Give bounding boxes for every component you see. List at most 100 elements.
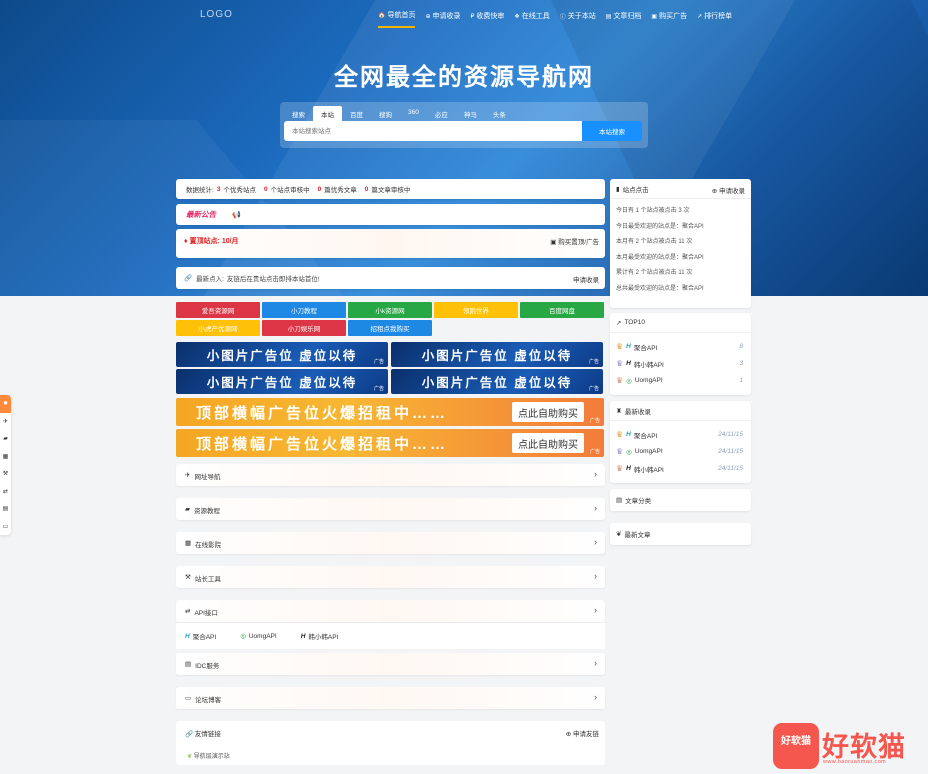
list-item[interactable]: ♛ ◎ UomgAPI 24/11/15 — [616, 443, 745, 460]
paper-plane-icon[interactable]: ✈ — [0, 413, 11, 431]
friend-link[interactable]: ❦ 导航层演示站 — [187, 751, 230, 760]
tag-link[interactable]: 爱吾资源网 — [176, 302, 260, 318]
hammer-icon[interactable]: ⚒ — [0, 465, 11, 483]
category-resources[interactable]: ▰ 资源教程 › — [176, 498, 605, 520]
search-tab-baidu[interactable]: 百度 — [342, 106, 371, 122]
search-tab-360[interactable]: 360 — [400, 106, 427, 122]
cart-icon: ▣ — [550, 239, 559, 246]
hanxiaohan-logo-icon: H — [300, 632, 306, 640]
small-ad-banner[interactable]: 小图片广告位 虚位以待 广告 — [176, 342, 388, 367]
api-link[interactable]: H 韩小韩API — [300, 631, 339, 642]
film-icon[interactable]: ▦ — [0, 448, 11, 466]
chevron-right-icon: › — [594, 692, 597, 702]
big-ad-banner[interactable]: 顶部横幅广告位火爆招租中…… 点此自助购买 广告 — [176, 429, 604, 457]
list-item[interactable]: ♛ H 韩小韩API 3 — [616, 355, 745, 372]
search-tab-toutiao[interactable]: 头条 — [485, 106, 514, 122]
self-buy-button[interactable]: 点此自助购买 — [512, 402, 584, 422]
self-buy-button[interactable]: 点此自助购买 — [512, 433, 584, 453]
nav-item-archive[interactable]: ▤ 文章归档 — [606, 10, 642, 28]
juhe-logo-icon: H — [185, 632, 190, 640]
monitor-icon[interactable]: ▭ — [0, 518, 11, 536]
category-url-nav[interactable]: ✈ 网址导航 › — [176, 464, 605, 486]
category-cinema[interactable]: ▦ 在线影院 › — [176, 532, 605, 554]
category-idc[interactable]: ▤ IDC服务 › — [176, 653, 605, 675]
stat-line: 今日最受欢迎的站点是：聚合API — [616, 223, 704, 230]
small-ad-banner[interactable]: 小图片广告位 虚位以待 广告 — [391, 342, 603, 367]
apply-link[interactable]: 申请收录 — [573, 274, 599, 284]
apply-friend-link[interactable]: ⊕ 申请友链 — [566, 728, 599, 738]
nav-item-express[interactable]: ₽ 收费快审 — [471, 10, 505, 28]
buy-top-link[interactable]: ▣ 购买置顶/广告 — [550, 236, 599, 246]
apply-link[interactable]: ⊕ 申请收录 — [712, 185, 745, 195]
juhe-logo-icon: H — [626, 343, 631, 350]
big-ad-banner[interactable]: 顶部横幅广告位火爆招租中…… 点此自助购买 广告 — [176, 398, 604, 426]
list-item[interactable]: ♛ H 韩小韩API 24/11/15 — [616, 460, 745, 477]
article-categories-panel[interactable]: ▤ 文章分类 — [610, 489, 751, 511]
tools-icon: ❖ — [514, 13, 520, 20]
crown-icon: ♛ — [616, 430, 624, 439]
nav-item-apply[interactable]: ⊕ 申请收录 — [425, 10, 460, 28]
search-input[interactable] — [284, 121, 582, 141]
api-link[interactable]: H 聚合API — [185, 631, 216, 642]
nav-item-rank[interactable]: ↗ 排行榜单 — [697, 10, 732, 28]
chevron-right-icon: › — [594, 605, 597, 615]
nav-item-buy-ads[interactable]: ▣ 购买广告 — [651, 10, 687, 28]
latest-clicks-bar: 🔗 最新点入: 友链后在贵站点击即排本站首位! 申请收录 — [176, 267, 605, 289]
server-icon[interactable]: ▤ — [0, 500, 11, 518]
list-item[interactable]: ♛ H 聚合API 8 — [616, 338, 745, 355]
book-icon: ▰ — [185, 506, 190, 513]
search-tab-sogou[interactable]: 搜狗 — [371, 106, 400, 122]
search-tab-bing[interactable]: 必应 — [427, 106, 456, 122]
express-icon: ₽ — [470, 13, 475, 20]
search-tab-shenma[interactable]: 神马 — [456, 106, 485, 122]
search-button[interactable]: 本站搜索 — [582, 121, 642, 141]
hammer-icon: ⚒ — [185, 574, 191, 581]
category-api[interactable]: ⇄ API接口 › — [176, 600, 605, 622]
list-item[interactable]: ♛ H 聚合API 24/11/15 — [616, 426, 745, 443]
notice-title: 最新公告 — [186, 210, 216, 219]
api-links: H 聚合API ◎ UomgAPI H 韩小韩API — [176, 623, 605, 649]
chevron-right-icon: › — [594, 537, 597, 547]
search-tab-search[interactable]: 搜索 — [284, 106, 313, 122]
exchange-icon[interactable]: ⇄ — [0, 483, 11, 501]
api-link[interactable]: ◎ UomgAPI — [240, 632, 277, 641]
nav-item-home[interactable]: 🏠 导航首页 — [378, 10, 416, 28]
chevron-right-icon: › — [594, 571, 597, 581]
category-webmaster-tools[interactable]: ⚒ 站长工具 › — [176, 566, 605, 588]
flame-icon[interactable]: ✹ — [0, 395, 11, 413]
small-ad-banner[interactable]: 小图片广告位 虚位以待 广告 — [176, 369, 388, 394]
floating-sidebar: ✹ ✈ ▰ ▦ ⚒ ⇄ ▤ ▭ — [0, 395, 11, 535]
hero-title: 全网最全的资源导航网 — [334, 64, 594, 91]
crown-icon: ♛ — [616, 376, 624, 385]
uomg-logo-icon: ◎ — [626, 448, 632, 456]
nav-item-tools[interactable]: ❖ 在线工具 — [514, 10, 549, 28]
nav-item-about[interactable]: ⓘ 关于本站 — [560, 10, 596, 28]
tag-link[interactable]: 百度网盘 — [520, 302, 604, 318]
tag-link[interactable]: 招租点我购买 — [348, 320, 432, 336]
top-sites-panel: ♦ 置顶站点: 10/月 ▣ 购买置顶/广告 — [176, 229, 605, 258]
friend-links-panel: 🔗 友情链接 ⊕ 申请友链 ❦ 导航层演示站 — [176, 721, 605, 765]
stat-line: 本月最受欢迎的站点是：聚合API — [616, 254, 704, 261]
list-item[interactable]: ♛ ◎ UomgAPI 1 — [616, 372, 745, 389]
search-box: 搜索 本站 百度 搜狗 360 必应 神马 头条 本站搜索 — [280, 102, 648, 148]
juhe-logo-icon: H — [626, 431, 631, 438]
crown-icon: ♛ — [616, 359, 624, 368]
top10-panel: ↗ TOP10 ♛ H 聚合API 8 ♛ H 韩小韩API 3 ♛ ◎ UomgAPI 1 — [610, 313, 751, 395]
crown-icon: ♛ — [616, 464, 624, 473]
book-icon[interactable]: ▰ — [0, 430, 11, 448]
notice-bar: 最新公告 📢 — [176, 204, 605, 225]
tag-link[interactable]: 小k资源网 — [348, 302, 432, 318]
leaf-icon: ❦ — [616, 531, 622, 538]
tag-link[interactable]: 小虎产优源网 — [176, 320, 260, 336]
category-forum[interactable]: ▭ 论坛博客 › — [176, 687, 605, 709]
search-tab-site[interactable]: 本站 — [313, 106, 342, 122]
tag-link[interactable]: 领跑世界 — [434, 302, 518, 318]
cat-logo-icon: 好软猫 — [773, 723, 819, 769]
folder-icon: ▤ — [616, 497, 623, 504]
tag-link[interactable]: 小刀娱乐网 — [262, 320, 346, 336]
small-ad-banner[interactable]: 小图片广告位 虚位以待 广告 — [391, 369, 603, 394]
trophy-icon: ♜ — [616, 407, 622, 415]
newest-articles-panel[interactable]: ❦ 最新文章 — [610, 523, 751, 545]
site-logo[interactable]: LOGO — [200, 9, 233, 20]
tag-link[interactable]: 小刀教程 — [262, 302, 346, 318]
